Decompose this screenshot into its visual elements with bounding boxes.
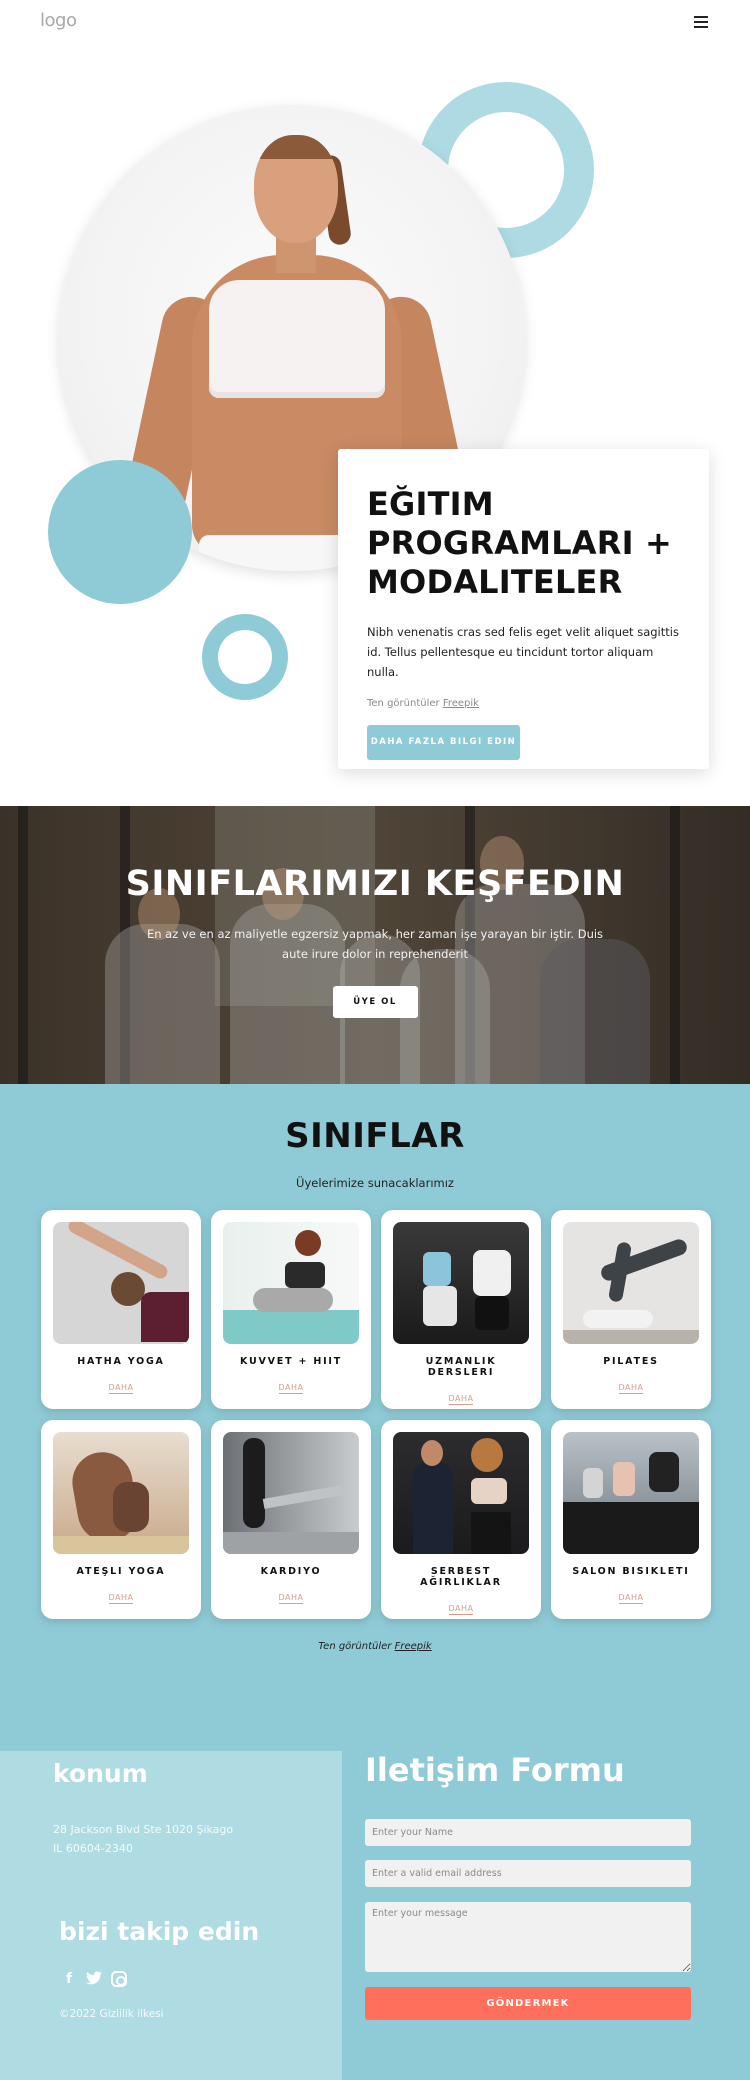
image-credit: Ten görüntüler Freepik — [367, 698, 680, 709]
class-title: SERBEST AĞIRLIKLAR — [420, 1566, 502, 1588]
class-image — [393, 1222, 529, 1344]
classes-section: SINIFLAR Üyelerimize sunacaklarımız HATH… — [0, 1084, 750, 1751]
class-card: HATHA YOGA DAHA — [41, 1210, 201, 1409]
freepik-link[interactable]: Freepik — [443, 698, 479, 709]
copyright[interactable]: ©2022 Gizlilik ilkesi — [59, 2008, 164, 2020]
location-title: konum — [53, 1759, 148, 1788]
class-card: SERBEST AĞIRLIKLAR DAHA — [381, 1420, 541, 1619]
menu-bar — [694, 21, 708, 23]
freepik-link[interactable]: Freepik — [395, 1641, 432, 1652]
class-title: PILATES — [603, 1356, 659, 1367]
credit-prefix: Ten görüntüler — [367, 698, 440, 709]
discover-text: En az ve en az maliyetle egzersiz yapmak… — [146, 927, 604, 961]
classes-title: SINIFLAR — [285, 1116, 465, 1156]
instagram-icon[interactable] — [111, 1971, 127, 1987]
class-card: SALON BISIKLETI DAHA — [551, 1420, 711, 1619]
class-more-link[interactable]: DAHA — [278, 1593, 304, 1604]
class-more-link[interactable]: DAHA — [278, 1383, 304, 1394]
social-links: f — [61, 1971, 127, 1987]
class-card: PILATES DAHA — [551, 1210, 711, 1409]
class-more-link[interactable]: DAHA — [108, 1593, 134, 1604]
class-more-link[interactable]: DAHA — [618, 1383, 644, 1394]
class-title: KARDIYO — [260, 1566, 322, 1577]
logo[interactable]: logo — [40, 10, 77, 31]
class-more-link[interactable]: DAHA — [618, 1593, 644, 1604]
contact-form-title: Iletişim Formu — [365, 1751, 625, 1789]
footer-info-panel: konum 28 Jackson Blvd Ste 1020 Şikago IL… — [0, 1751, 342, 2080]
figure-head — [254, 135, 338, 243]
class-title: HATHA YOGA — [77, 1356, 165, 1367]
class-card: UZMANLIK DERSLERI DAHA — [381, 1210, 541, 1409]
class-title: ATEŞLI YOGA — [76, 1566, 166, 1577]
class-image — [223, 1432, 359, 1554]
credit-prefix: Ten görüntüler — [318, 1641, 392, 1652]
discover-content: SINIFLARIMIZI KEŞFEDIN En az ve en az ma… — [0, 806, 750, 1018]
decorative-circle — [48, 460, 192, 604]
class-card: KARDIYO DAHA — [211, 1420, 371, 1619]
class-title: UZMANLIK DERSLERI — [425, 1356, 497, 1378]
hero-title: EĞITIM PROGRAMLARI + MODALITELER — [367, 485, 673, 601]
class-card: ATEŞLI YOGA DAHA — [41, 1420, 201, 1619]
image-credit: Ten görüntüler Freepik — [0, 1641, 750, 1652]
footer: konum 28 Jackson Blvd Ste 1020 Şikago IL… — [0, 1751, 750, 2080]
menu-bar — [694, 26, 708, 28]
class-card: KUVVET + HIIT DAHA — [211, 1210, 371, 1409]
address-line: IL 60604-2340 — [53, 1842, 133, 1855]
class-more-link[interactable]: DAHA — [448, 1394, 474, 1405]
name-input[interactable] — [365, 1819, 691, 1846]
class-more-link[interactable]: DAHA — [108, 1383, 134, 1394]
hamburger-menu-icon[interactable] — [694, 16, 708, 28]
message-textarea[interactable] — [365, 1902, 691, 1972]
class-title: SALON BISIKLETI — [572, 1566, 690, 1577]
class-image — [563, 1432, 699, 1554]
learn-more-button[interactable]: DAHA FAZLA BILGI EDIN — [367, 725, 520, 760]
classes-subtitle: Üyelerimize sunacaklarımız — [296, 1176, 454, 1190]
hero-card: EĞITIM PROGRAMLARI + MODALITELER Nibh ve… — [338, 449, 709, 769]
discover-section: SINIFLARIMIZI KEŞFEDIN En az ve en az ma… — [0, 806, 750, 1084]
header: logo — [0, 0, 750, 60]
address: 28 Jackson Blvd Ste 1020 Şikago IL 60604… — [53, 1820, 233, 1858]
classes-grid: HATHA YOGA DAHA KUVVET + HIIT DAHA UZMAN… — [41, 1210, 711, 1619]
class-image — [393, 1432, 529, 1554]
follow-title: bizi takip edin — [59, 1917, 260, 1946]
class-image — [223, 1222, 359, 1344]
class-more-link[interactable]: DAHA — [448, 1604, 474, 1615]
hero-section: EĞITIM PROGRAMLARI + MODALITELER Nibh ve… — [0, 60, 750, 806]
class-image — [563, 1222, 699, 1344]
twitter-icon[interactable] — [86, 1971, 102, 1987]
class-image — [53, 1432, 189, 1554]
figure-sports-bra — [209, 280, 385, 398]
submit-button[interactable]: GÖNDERMEK — [365, 1987, 691, 2020]
menu-bar — [694, 16, 708, 18]
address-line: 28 Jackson Blvd Ste 1020 Şikago — [53, 1823, 234, 1836]
class-image — [53, 1222, 189, 1344]
discover-title: SINIFLARIMIZI KEŞFEDIN — [125, 864, 625, 904]
sign-up-button[interactable]: ÜYE OL — [332, 986, 418, 1018]
hero-text: Nibh venenatis cras sed felis eget velit… — [367, 625, 679, 679]
decorative-ring-small — [202, 614, 288, 700]
facebook-icon[interactable]: f — [61, 1971, 77, 1987]
class-title: KUVVET + HIIT — [239, 1356, 343, 1367]
email-input[interactable] — [365, 1860, 691, 1887]
